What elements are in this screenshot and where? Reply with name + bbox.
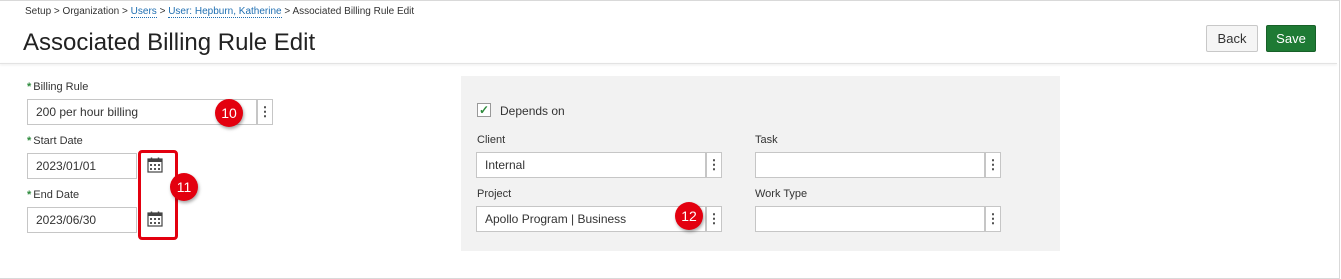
- depends-on-label: Depends on: [500, 104, 565, 118]
- task-menu-button[interactable]: ⋮: [985, 152, 1001, 178]
- header-divider: [0, 63, 1337, 64]
- breadcrumb: Setup > Organization > Users > User: Hep…: [25, 6, 415, 18]
- breadcrumb-separator: >: [53, 6, 60, 17]
- start-date-field[interactable]: 2023/01/01: [27, 153, 137, 179]
- annotation-badge-10: 10: [215, 99, 243, 127]
- client-menu-button[interactable]: ⋮: [706, 152, 722, 178]
- task-label: Task: [755, 134, 778, 146]
- billing-rule-menu-button[interactable]: ⋮: [257, 99, 273, 125]
- billing-rule-label: * Billing Rule: [27, 81, 89, 93]
- work-type-label: Work Type: [755, 188, 808, 200]
- depends-on-checkbox[interactable]: ✓: [477, 103, 491, 117]
- required-marker: *: [27, 135, 32, 147]
- client-field[interactable]: Internal: [476, 152, 706, 178]
- save-button[interactable]: Save: [1266, 25, 1316, 52]
- end-date-label: * End Date: [27, 189, 80, 201]
- breadcrumb-separator: >: [159, 6, 166, 17]
- breadcrumb-setup: Setup: [25, 6, 52, 17]
- breadcrumb-separator: >: [122, 6, 128, 17]
- breadcrumb-organization: Organization: [62, 6, 120, 17]
- annotation-badge-11: 11: [170, 173, 198, 201]
- project-field[interactable]: Apollo Program | Business: [476, 206, 706, 232]
- project-label: Project: [477, 188, 512, 200]
- start-date-label: * Start Date: [27, 135, 83, 147]
- required-marker: *: [27, 81, 32, 93]
- breadcrumb-user-link[interactable]: User: Hepburn, Katherine: [168, 6, 282, 18]
- breadcrumb-separator: >: [284, 6, 291, 17]
- client-label: Client: [477, 134, 506, 146]
- work-type-field[interactable]: [755, 206, 985, 232]
- page-title: Associated Billing Rule Edit: [23, 29, 316, 56]
- breadcrumb-current: Associated Billing Rule Edit: [292, 6, 415, 17]
- required-marker: *: [27, 189, 32, 201]
- project-menu-button[interactable]: ⋮: [706, 206, 722, 232]
- breadcrumb-users-link[interactable]: Users: [130, 6, 157, 18]
- task-field[interactable]: [755, 152, 985, 178]
- back-button[interactable]: Back: [1206, 25, 1258, 52]
- work-type-menu-button[interactable]: ⋮: [985, 206, 1001, 232]
- end-date-field[interactable]: 2023/06/30: [27, 207, 137, 233]
- annotation-badge-12: 12: [675, 202, 703, 230]
